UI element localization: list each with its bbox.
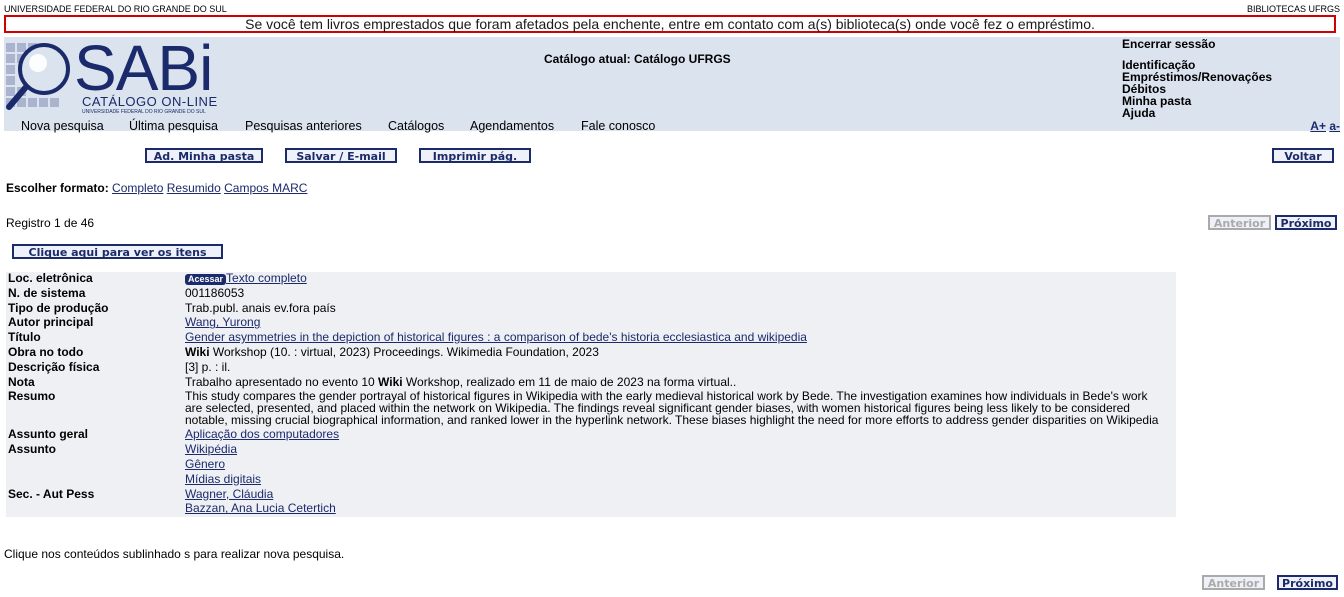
table-row: Assunto Wikipédia [6, 443, 1176, 458]
highlight-term: Wiki [378, 374, 403, 389]
table-row: Autor principal Wang, Yurong [6, 315, 1176, 332]
field-value: Wang, Yurong [185, 315, 1176, 332]
field-label: Descrição física [6, 360, 185, 376]
font-smaller-link[interactable]: a- [1329, 119, 1340, 133]
author-link[interactable]: Wang, Yurong [185, 315, 260, 329]
field-label: Tipo de produção [6, 301, 185, 317]
field-label: Nota [6, 375, 185, 391]
field-value: Gender asymmetries in the depiction of h… [185, 331, 1176, 346]
table-row: Assunto geral Aplicação dos computadores [6, 427, 1176, 444]
logo-tiny: UNIVERSIDADE FEDERAL DO RIO GRANDE DO SU… [82, 109, 206, 115]
back-button[interactable]: Voltar [1272, 148, 1334, 163]
general-subject-link[interactable]: Aplicação dos computadores [185, 427, 339, 441]
access-badge[interactable]: Acessar [185, 274, 227, 285]
table-row: Obra no todo Wiki Workshop (10. : virtua… [6, 344, 1176, 361]
prev-button-bottom[interactable]: Anterior [1202, 575, 1265, 590]
secondary-author-link[interactable]: Bazzan, Ana Lucia Cetertich [185, 501, 336, 515]
format-marc-link[interactable]: Campos MARC [224, 181, 307, 195]
field-label: Resumo [6, 390, 185, 429]
format-summary-link[interactable]: Resumido [167, 181, 221, 195]
table-row: Tipo de produção Trab.publ. anais ev.for… [6, 301, 1176, 317]
field-label: Título [6, 331, 185, 346]
field-value: Wiki Workshop (10. : virtual, 2023) Proc… [185, 344, 1176, 361]
table-row: N. de sistema 001186053 [6, 286, 1176, 302]
view-items-button[interactable]: Clique aqui para ver os itens [12, 244, 223, 259]
note-pre: Trabalho apresentado no evento 10 [185, 374, 379, 389]
work-rest: Workshop (10. : virtual, 2023) Proceedin… [209, 344, 599, 359]
full-text-link[interactable]: Texto completo [226, 271, 307, 285]
subject-link[interactable]: Gênero [185, 457, 225, 471]
nav-appointments[interactable]: Agendamentos [470, 119, 554, 133]
field-value: Wikipédia [185, 443, 1176, 458]
table-row: Bazzan, Ana Lucia Cetertich [6, 501, 1176, 518]
field-label: Obra no todo [6, 345, 185, 361]
table-row: Gênero [6, 457, 1176, 473]
sabi-logo[interactable]: SABi CATÁLOGO ON-LINE UNIVERSIDADE FEDER… [4, 32, 219, 117]
table-row: Resumo This study compares the gender po… [6, 390, 1176, 429]
field-label: Loc. eletrônica [6, 272, 185, 287]
table-row: Sec. - Aut Pess Wagner, Cláudia [6, 487, 1176, 503]
subject-link[interactable]: Wikipédia [185, 442, 237, 456]
next-button-top[interactable]: Próximo [1275, 215, 1337, 230]
secondary-author-link[interactable]: Wagner, Cláudia [185, 487, 273, 501]
field-value: Trab.publ. anais ev.fora país [185, 301, 1176, 317]
field-label: Assunto [6, 443, 185, 458]
table-row: Título Gender asymmetries in the depicti… [6, 331, 1176, 346]
highlight-term: Wiki [185, 344, 210, 359]
field-label [6, 502, 185, 518]
font-size-controls: A+ a- [1310, 119, 1340, 133]
field-value: This study compares the gender portrayal… [185, 390, 1176, 429]
current-catalog: Catálogo atual: Catálogo UFRGS [544, 52, 731, 66]
field-value: Wagner, Cláudia [185, 487, 1176, 503]
print-button[interactable]: Imprimir pág. [419, 148, 531, 163]
field-value: Bazzan, Ana Lucia Cetertich [185, 501, 1176, 518]
nav-contact[interactable]: Fale conosco [581, 119, 655, 133]
add-to-folder-button[interactable]: Ad. Minha pasta [145, 148, 263, 163]
table-row: Nota Trabalho apresentado no evento 10 W… [6, 374, 1176, 391]
footer-note: Clique nos conteúdos sublinhado s para r… [4, 547, 345, 561]
field-label: N. de sistema [6, 286, 185, 302]
field-value: Mídias digitais [185, 472, 1176, 488]
note-post: Workshop, realizado em 11 de maio de 202… [402, 374, 737, 389]
field-label: Sec. - Aut Pess [6, 487, 185, 503]
next-button-bottom[interactable]: Próximo [1277, 575, 1338, 590]
record-count: Registro 1 de 46 [6, 216, 95, 230]
field-label: Autor principal [6, 316, 185, 332]
logout-link[interactable]: Encerrar sessão [1122, 38, 1272, 50]
font-bigger-link[interactable]: A+ [1310, 119, 1326, 133]
help-link[interactable]: Ajuda [1122, 107, 1272, 119]
nav-last-search[interactable]: Última pesquisa [129, 119, 218, 133]
field-value: Trabalho apresentado no evento 10 Wiki W… [185, 374, 1176, 391]
field-value: Gênero [185, 457, 1176, 473]
record-table: Loc. eletrônica Acessar Texto completo N.… [6, 272, 1176, 518]
field-label [6, 472, 185, 488]
field-value: 001186053 [185, 286, 1176, 302]
format-selector: Escolher formato: Completo Resumido Camp… [6, 181, 307, 195]
subject-link[interactable]: Mídias digitais [185, 472, 261, 486]
table-row: Loc. eletrônica Acessar Texto completo [6, 272, 1176, 287]
nav-new-search[interactable]: Nova pesquisa [21, 119, 104, 133]
table-row: Descrição física [3] p. : il. [6, 360, 1176, 376]
field-label: Assunto geral [6, 428, 185, 444]
field-label [6, 457, 185, 473]
field-value: Aplicação dos computadores [185, 427, 1176, 444]
save-email-button[interactable]: Salvar / E-mail [285, 148, 397, 163]
format-full-link[interactable]: Completo [112, 181, 163, 195]
prev-button-top[interactable]: Anterior [1208, 215, 1271, 230]
account-links: Encerrar sessão Identificação Empréstimo… [1122, 38, 1272, 119]
field-value: Acessar Texto completo [185, 272, 1176, 287]
logo-subtitle: CATÁLOGO ON-LINE [82, 94, 218, 109]
table-row: Mídias digitais [6, 472, 1176, 488]
nav-previous-searches[interactable]: Pesquisas anteriores [245, 119, 362, 133]
university-name: UNIVERSIDADE FEDERAL DO RIO GRANDE DO SU… [4, 4, 227, 14]
title-link[interactable]: Gender asymmetries in the depiction of h… [185, 330, 807, 344]
nav-catalogs[interactable]: Catálogos [388, 119, 444, 133]
libraries-name: BIBLIOTECAS UFRGS [1246, 4, 1340, 14]
field-value: [3] p. : il. [185, 360, 1176, 376]
format-label: Escolher formato: [6, 181, 109, 195]
